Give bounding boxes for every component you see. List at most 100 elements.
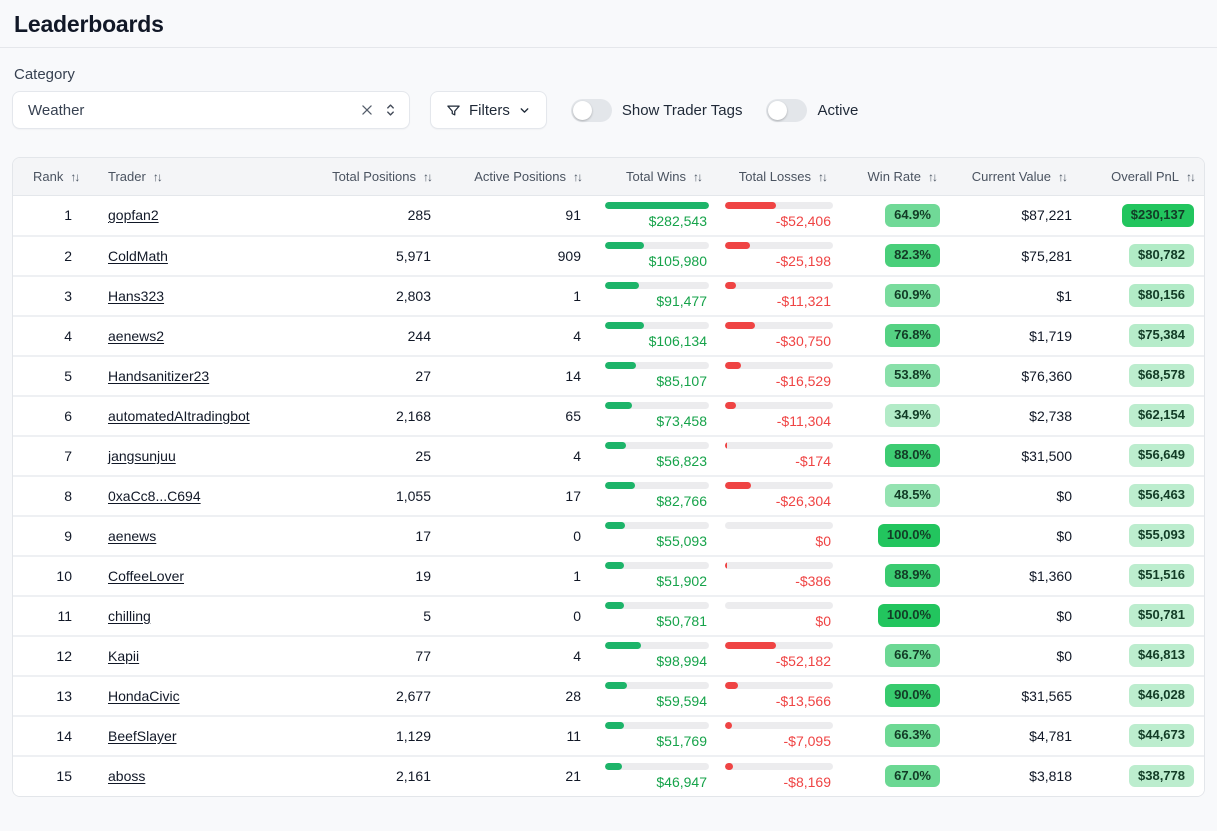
column-header-trader[interactable]: Trader↑↓ (78, 158, 293, 196)
column-header-overall_pnl[interactable]: Overall PnL↑↓ (1078, 158, 1205, 196)
losses-bar-block: -$16,529 (725, 362, 833, 389)
trader-link[interactable]: ColdMath (108, 248, 168, 264)
losses-value: -$25,198 (725, 253, 833, 269)
total-positions-cell: 17 (293, 516, 443, 556)
chevron-expand-icon[interactable] (384, 102, 397, 118)
wins-value: $46,947 (605, 774, 709, 790)
wins-bar-block: $73,458 (605, 402, 709, 429)
win-rate-badge: 76.8% (885, 324, 940, 347)
column-header-win_rate[interactable]: Win Rate↑↓ (838, 158, 948, 196)
total-wins-cell: $55,093 (593, 516, 713, 556)
clear-icon[interactable] (360, 103, 374, 117)
wins-bar-fill (605, 763, 622, 770)
table-row: 9aenews170$55,093$0100.0%$0$55,093 (13, 516, 1205, 556)
show-trader-tags-label: Show Trader Tags (622, 102, 743, 119)
total-positions-cell: 2,803 (293, 276, 443, 316)
current-value-cell: $1 (948, 276, 1078, 316)
rank-cell: 2 (13, 236, 78, 276)
wins-bar-track (605, 362, 709, 369)
trader-link[interactable]: HondaCivic (108, 688, 180, 704)
trader-link[interactable]: Handsanitizer23 (108, 368, 209, 384)
total-wins-cell: $56,823 (593, 436, 713, 476)
rank-cell: 15 (13, 756, 78, 796)
show-trader-tags-toggle[interactable] (571, 99, 612, 122)
total-positions-cell: 2,168 (293, 396, 443, 436)
column-header-current_value[interactable]: Current Value↑↓ (948, 158, 1078, 196)
win-rate-cell: 88.0% (838, 436, 948, 476)
trader-link[interactable]: automatedAItradingbot (108, 408, 250, 424)
sort-icon[interactable]: ↑↓ (818, 170, 826, 184)
losses-value: -$16,529 (725, 373, 833, 389)
losses-value: -$174 (725, 453, 833, 469)
total-positions-cell: 5,971 (293, 236, 443, 276)
win-rate-badge: 66.3% (885, 724, 940, 747)
total-losses-cell: $0 (713, 516, 838, 556)
column-header-total_wins[interactable]: Total Wins↑↓ (593, 158, 713, 196)
win-rate-cell: 90.0% (838, 676, 948, 716)
sort-icon[interactable]: ↑↓ (693, 170, 701, 184)
trader-link[interactable]: gopfan2 (108, 207, 159, 223)
total-losses-cell: -$52,406 (713, 196, 838, 236)
wins-bar-track (605, 282, 709, 289)
overall-pnl-cell: $56,649 (1078, 436, 1205, 476)
wins-bar-fill (605, 722, 624, 729)
overall-pnl-badge: $230,137 (1122, 204, 1194, 227)
trader-link[interactable]: aenews2 (108, 328, 164, 344)
trader-cell: Handsanitizer23 (78, 356, 293, 396)
win-rate-cell: 88.9% (838, 556, 948, 596)
losses-bar-block: -$386 (725, 562, 833, 589)
losses-bar-block: -$11,321 (725, 282, 833, 309)
wins-bar-track (605, 562, 709, 569)
trader-link[interactable]: jangsunjuu (108, 448, 176, 464)
sort-icon[interactable]: ↑↓ (1058, 170, 1066, 184)
current-value-cell: $87,221 (948, 196, 1078, 236)
trader-link[interactable]: BeefSlayer (108, 728, 176, 744)
trader-link[interactable]: Kapii (108, 648, 139, 664)
active-positions-cell: 0 (443, 596, 593, 636)
sort-icon[interactable]: ↑↓ (573, 170, 581, 184)
wins-value: $105,980 (605, 253, 709, 269)
sort-icon[interactable]: ↑↓ (153, 170, 161, 184)
trader-link[interactable]: chilling (108, 608, 151, 624)
total-losses-cell: -$13,566 (713, 676, 838, 716)
total-losses-cell: -$26,304 (713, 476, 838, 516)
table-row: 80xaCc8...C6941,05517$82,766-$26,30448.5… (13, 476, 1205, 516)
trader-link[interactable]: CoffeeLover (108, 568, 184, 584)
wins-bar-track (605, 322, 709, 329)
wins-bar-block: $56,823 (605, 442, 709, 469)
leaderboards-page: Leaderboards Category Weather (0, 0, 1217, 797)
column-header-rank[interactable]: Rank↑↓ (13, 158, 78, 196)
trader-link[interactable]: Hans323 (108, 288, 164, 304)
trader-cell: ColdMath (78, 236, 293, 276)
column-header-total_positions[interactable]: Total Positions↑↓ (293, 158, 443, 196)
rank-cell: 7 (13, 436, 78, 476)
filters-button[interactable]: Filters (430, 91, 547, 129)
losses-bar-track (725, 442, 833, 449)
wins-value: $82,766 (605, 493, 709, 509)
sort-icon[interactable]: ↑↓ (70, 170, 78, 184)
active-toggle[interactable] (766, 99, 807, 122)
wins-bar-block: $282,543 (605, 202, 709, 229)
sort-icon[interactable]: ↑↓ (1186, 170, 1194, 184)
column-header-active_positions[interactable]: Active Positions↑↓ (443, 158, 593, 196)
trader-link[interactable]: aenews (108, 528, 156, 544)
active-positions-cell: 0 (443, 516, 593, 556)
current-value-cell: $3,818 (948, 756, 1078, 796)
overall-pnl-cell: $50,781 (1078, 596, 1205, 636)
rank-cell: 4 (13, 316, 78, 356)
filters-button-label: Filters (469, 102, 510, 119)
overall-pnl-cell: $51,516 (1078, 556, 1205, 596)
active-positions-cell: 1 (443, 276, 593, 316)
table-row: 4aenews22444$106,134-$30,75076.8%$1,719$… (13, 316, 1205, 356)
losses-bar-fill (725, 763, 733, 770)
trader-link[interactable]: 0xaCc8...C694 (108, 488, 201, 504)
trader-link[interactable]: aboss (108, 768, 145, 784)
losses-bar-track (725, 242, 833, 249)
wins-bar-block: $55,093 (605, 522, 709, 549)
sort-icon[interactable]: ↑↓ (423, 170, 431, 184)
column-header-total_losses[interactable]: Total Losses↑↓ (713, 158, 838, 196)
wins-bar-track (605, 522, 709, 529)
total-wins-cell: $91,477 (593, 276, 713, 316)
sort-icon[interactable]: ↑↓ (928, 170, 936, 184)
category-select[interactable]: Weather (12, 91, 410, 129)
